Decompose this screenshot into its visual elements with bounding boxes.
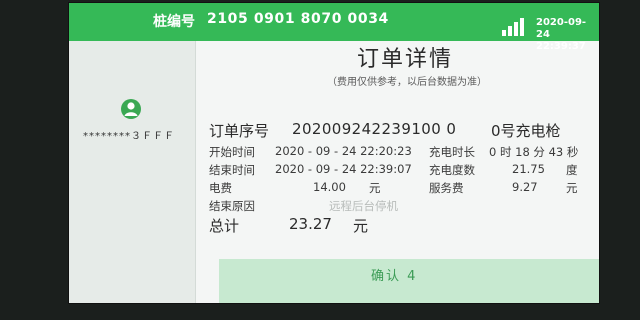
confirm-button-label: 确认 4 [371,269,418,284]
start-time-label: 开始时间 [209,145,255,159]
duration-label: 充电时长 [429,145,475,159]
pile-number-label: 桩编号 [153,14,195,30]
total-unit: 元 [353,217,369,235]
end-reason-label: 结束原因 [209,199,255,213]
signal-strength-icon [502,18,528,36]
status-bar: 桩编号 2105 0901 8070 0034 2020-09-24 22:39… [69,3,599,52]
electricity-fee-unit: 元 [369,181,381,195]
start-time-value: 2020 - 09 - 24 22:20:23 [275,144,412,158]
total-label: 总计 [209,217,240,235]
service-fee-unit: 元 [566,181,578,195]
order-serial-value: 202009242239100 0 [292,120,457,138]
electricity-fee-value: 14.00 [313,180,346,194]
pile-number: 2105 0901 8070 0034 [207,11,389,27]
clock-date: 2020-09-24 [536,17,587,40]
service-fee-value: 9.27 [512,180,538,194]
order-serial-label: 订单序号 [209,122,270,140]
user-id: ********３ＦＦＦ [83,131,175,142]
confirm-button[interactable]: 确认 4 [219,259,599,303]
end-time-value: 2020 - 09 - 24 22:39:07 [275,162,412,176]
page-title: 订单详情 [357,47,454,72]
charging-gun: 0号充电枪 [491,122,561,140]
end-reason-value: 远程后台停机 [329,199,398,213]
charger-screen: 桩编号 2105 0901 8070 0034 2020-09-24 22:39… [68,2,600,304]
total-value: 23.27 [289,215,332,233]
page-subtitle: （费用仅供参考，以后台数据为准） [327,77,487,88]
energy-unit: 度 [566,163,578,177]
electricity-fee-label: 电费 [209,181,232,195]
clock-time: 22:39:37 [536,41,586,52]
duration-value: 0 时 18 分 43 秒 [489,145,579,159]
energy-label: 充电度数 [429,163,475,177]
end-time-label: 结束时间 [209,163,255,177]
energy-value: 21.75 [512,162,545,176]
sidebar: ********３ＦＦＦ [69,41,196,303]
user-avatar-icon [121,99,141,119]
clock: 2020-09-24 22:39:37 [536,17,599,53]
service-fee-label: 服务费 [429,181,464,195]
